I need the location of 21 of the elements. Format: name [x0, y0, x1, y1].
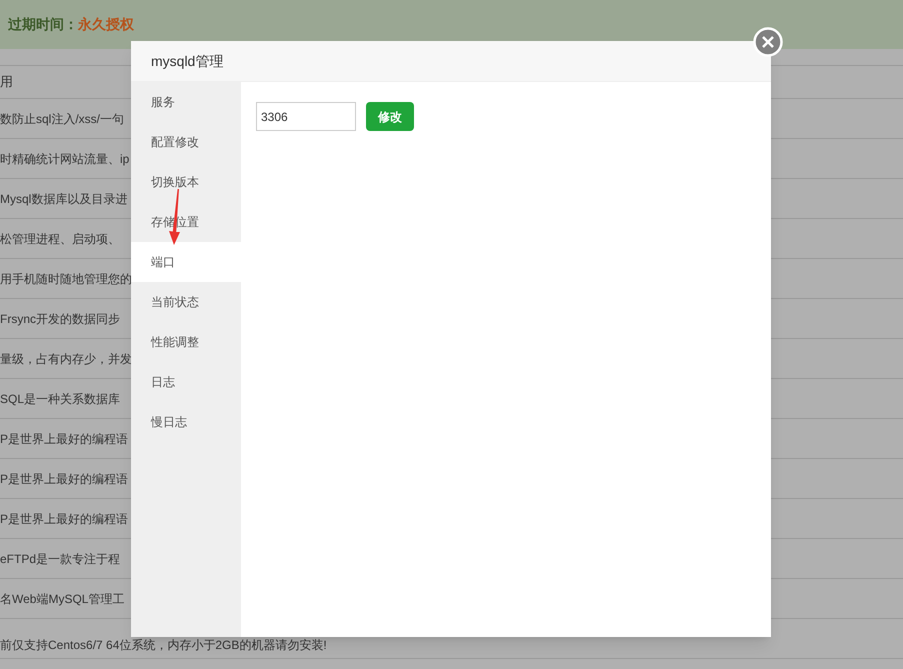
table-cell-text: 数防止sql注入/xss/一句	[0, 110, 124, 128]
sidebar-item[interactable]: 端口	[131, 242, 241, 282]
table-cell-text: 松管理进程、启动项、	[0, 230, 120, 248]
table-header-cell-text: 用	[0, 73, 13, 92]
port-field[interactable]: 3306	[256, 102, 356, 131]
dialog-title: mysqld管理	[151, 52, 224, 71]
table-cell-text: 时精确统计网站流量、ip	[0, 150, 130, 168]
table-cell-text: Frsync开发的数据同步	[0, 310, 120, 328]
expiry-value: 永久授权	[78, 15, 134, 34]
table-cell-text: SQL是一种关系数据库	[0, 390, 120, 408]
expiry-label: 过期时间：	[8, 15, 78, 34]
table-cell-text: P是世界上最好的编程语	[0, 470, 128, 488]
table-cell-text: P是世界上最好的编程语	[0, 510, 128, 528]
table-cell-text: 前仅支持Centos6/7 64位系统，内存小于2GB的机器请勿安装!	[0, 636, 327, 654]
table-cell-text: P是世界上最好的编程语	[0, 430, 128, 448]
table-cell-text: 量级，占有内存少，并发	[0, 350, 132, 368]
close-icon[interactable]	[753, 27, 783, 57]
table-cell-text: 名Web端MySQL管理工	[0, 590, 124, 608]
table-cell-text: eFTPd是一款专注于程	[0, 550, 120, 568]
table-cell-text: Mysql数据库以及目录进	[0, 190, 128, 208]
table-cell-text: 用手机随时随地管理您的	[0, 270, 132, 288]
